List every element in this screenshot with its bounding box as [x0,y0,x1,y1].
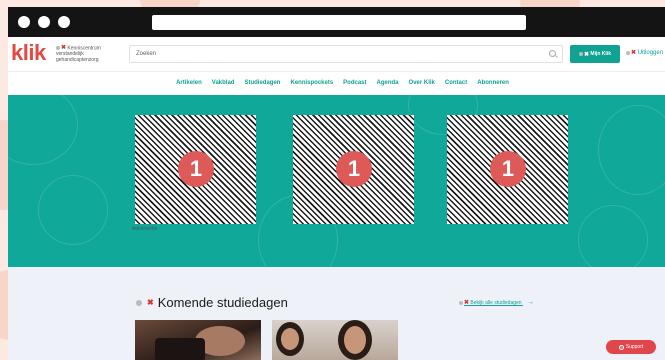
flag-icon [459,300,463,305]
section-title: ✖ Komende studiedagen [136,295,288,310]
flag-icon [579,52,583,56]
nav-item-artikelen[interactable]: Artikelen [176,80,202,86]
window-minimize-dot[interactable] [38,16,50,28]
mijn-klik-button[interactable]: ✖ Mijn Klik [570,45,620,63]
ad-caption: Advertentie [132,226,158,232]
nav-item-abonneren[interactable]: Abonneren [477,80,509,86]
ad-tile[interactable]: 1 [293,115,414,224]
number-badge: 1 [178,151,214,187]
x-icon: ✖ [584,51,590,58]
nav-item-agenda[interactable]: Agenda [377,80,399,86]
decorative-swirl [578,205,648,267]
nav-item-contact[interactable]: Contact [445,80,467,86]
support-button[interactable]: ? Support [606,340,656,354]
search-input[interactable]: Zoeken [129,45,563,63]
klik-logo[interactable]: klik [11,40,46,66]
window-maximize-dot[interactable] [58,16,70,28]
browser-titlebar [8,7,665,37]
tagline: ✖ Kenniscentrum verstandelijk gehandicap… [56,45,116,63]
decorative-swirl [598,105,665,195]
site-header: klik ✖ Kenniscentrum verstandelijk gehan… [8,37,665,71]
studyday-card-image[interactable] [135,320,261,360]
ad-tile[interactable]: 1 [135,115,256,224]
flag-icon [56,46,60,50]
window-close-dot[interactable] [18,16,30,28]
x-icon: ✖ [631,50,637,56]
decorative-swirl [38,175,108,245]
flag-icon [626,50,630,55]
mijn-klik-label: Mijn Klik [590,51,611,57]
hero-banner: 1 1 1 Advertentie [8,95,665,267]
upcoming-studydays-section: ✖ Komende studiedagen ✖ Bekijk alle stud… [8,267,665,360]
x-icon: ✖ [61,45,67,51]
number-badge: 1 [490,151,526,187]
nav-item-over-klik[interactable]: Over Klik [409,80,435,86]
number-badge: 1 [336,151,372,187]
ad-tile[interactable]: 1 [447,115,568,224]
arrow-right-icon: → [526,299,534,306]
x-icon: ✖ [147,298,154,307]
person-face [281,328,299,350]
decorative-swirl [8,95,78,165]
main-nav: Artikelen Vakblad Studiedagen Kennispock… [8,71,665,93]
section-title-text: Komende studiedagen [157,295,288,310]
person-face [344,326,366,354]
nav-item-kennispockets[interactable]: Kennispockets [290,80,333,86]
uitloggen-label: Uitloggen [637,50,664,57]
x-icon: ✖ [464,300,470,307]
address-bar[interactable] [152,15,526,30]
device-shape [155,338,205,360]
search-icon[interactable] [549,50,556,57]
nav-item-podcast[interactable]: Podcast [343,80,366,86]
support-label: Support [625,344,644,350]
help-icon: ? [618,344,624,350]
nav-item-vakblad[interactable]: Vakblad [212,80,235,86]
search-placeholder: Zoeken [136,51,157,57]
uitloggen-link[interactable]: ✖ Uitloggen [626,49,663,56]
nav-item-studiedagen[interactable]: Studiedagen [244,80,280,86]
studyday-card-image[interactable] [272,320,398,360]
see-all-label: Bekijk alle studiedagen [470,300,522,306]
browser-window: klik ✖ Kenniscentrum verstandelijk gehan… [8,7,665,360]
flag-icon [136,299,142,306]
see-all-studydays-link[interactable]: ✖ Bekijk alle studiedagen → [459,299,534,306]
